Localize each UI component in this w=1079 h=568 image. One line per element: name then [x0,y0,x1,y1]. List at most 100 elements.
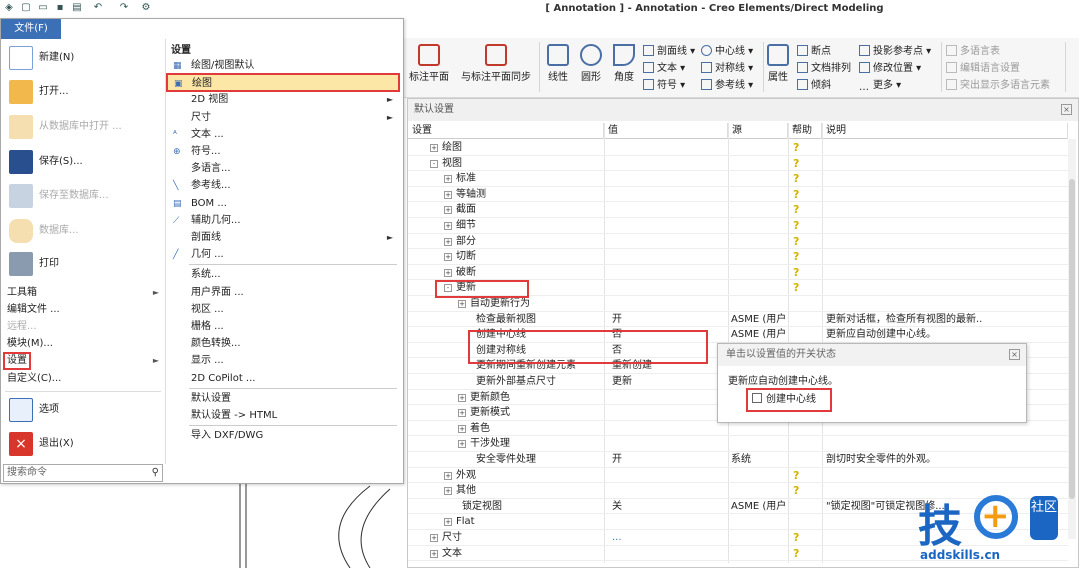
expand-icon[interactable]: + [444,518,452,527]
scrollbar[interactable] [1068,139,1076,539]
table-row[interactable]: - 视图? [408,156,1068,172]
close-icon[interactable]: × [1061,104,1072,115]
table-row[interactable]: + 标准? [408,171,1068,187]
setting-value[interactable] [612,390,724,406]
scrollbar-thumb[interactable] [1069,179,1075,499]
help-icon[interactable]: ? [793,172,803,185]
help-icon[interactable]: ? [793,484,803,497]
table-row[interactable]: + 破断? [408,265,1068,281]
customize-item[interactable]: 自定义(C)... [7,371,161,387]
ribbon-refline[interactable]: 参考线 ▾ [701,76,753,91]
expand-icon[interactable]: + [444,175,452,184]
ribbon-highlightml[interactable]: 突出显示多语言元素 [946,76,1050,91]
tooltip-close-icon[interactable]: × [1009,349,1020,360]
ribbon-projref[interactable]: 投影参考点 ▾ [859,42,931,57]
expand-icon[interactable]: + [430,549,438,558]
settings-item[interactable]: 默认设置 [167,390,399,407]
properties-button[interactable]: 属性 [765,44,791,83]
setting-value[interactable] [612,249,724,265]
setting-value[interactable] [612,546,724,562]
settings-item[interactable]: 尺寸 ► [167,109,399,126]
expand-icon[interactable]: + [458,409,466,418]
help-icon[interactable]: ? [793,203,803,216]
settings-item[interactable]: 颜色转换... [167,335,399,352]
settings-item[interactable]: 导入 DXF/DWG [167,427,399,444]
ribbon-hatch[interactable]: 剖面线 ▾ [643,42,695,57]
expand-icon[interactable]: + [430,144,438,152]
help-icon[interactable]: ? [793,188,803,201]
setting-value[interactable] [612,234,724,250]
ribbon-mltable[interactable]: 多语言表 [946,42,1000,57]
help-icon[interactable]: ? [793,266,803,279]
db-save-button[interactable]: 保存至数据库... [9,181,159,211]
table-row[interactable]: + 截面? [408,202,1068,218]
setting-value[interactable] [612,405,724,421]
settings-item[interactable]: 多语言... [167,160,399,177]
setting-value[interactable] [612,468,724,484]
expand-icon[interactable]: + [444,253,452,262]
modules-item[interactable]: 模块(M)... [7,336,161,352]
settings-item[interactable]: ⟋ 辅助几何... [167,212,399,229]
expand-icon[interactable]: + [444,190,452,199]
help-icon[interactable]: ? [793,141,803,154]
settings-item[interactable]: ▦ 绘图/视图默认 [167,57,399,74]
help-icon[interactable]: ? [793,235,803,248]
col-source[interactable]: 源 [728,123,788,139]
settings-item[interactable]: ▤ BOM ... [167,195,399,212]
setting-value[interactable] [612,202,724,218]
table-row[interactable]: + 切断? [408,249,1068,265]
setting-value[interactable] [612,218,724,234]
settings-item[interactable]: ╱ 几何 ... [167,246,399,263]
settings-item[interactable]: 默认设置 -> HTML [167,407,399,424]
table-row[interactable]: + 等轴测? [408,187,1068,203]
help-icon[interactable]: ? [793,219,803,232]
setting-value[interactable] [612,421,724,437]
linear-dim-button[interactable]: 线性 [543,44,573,83]
help-icon[interactable]: ? [793,281,803,294]
collapse-icon[interactable]: - [430,159,438,168]
search-icon[interactable]: ⚲ [152,465,159,481]
expand-icon[interactable]: + [444,268,452,277]
settings-item[interactable]: 设置 ► [3,352,161,370]
expand-icon[interactable]: + [458,393,466,402]
setting-value[interactable]: 关 [612,499,724,515]
table-row[interactable]: + 外观? [408,468,1068,484]
open-button[interactable]: 打开... [9,77,159,107]
toolbox-item[interactable]: 工具箱 ► [7,285,161,301]
table-row[interactable]: 检查最新视图 开 ASME (用户) 更新对话框，检查所有视图的最新... [408,312,1068,328]
sync-plane-button[interactable]: 与标注平面同步 [457,44,535,83]
setting-value[interactable] [612,171,724,187]
settings-item[interactable]: ᴬ 文本 ... [167,126,399,143]
ribbon-modpos[interactable]: 修改位置 ▾ [859,59,921,74]
options-button[interactable]: 选项 [9,395,159,425]
setting-value[interactable] [612,483,724,499]
setting-value[interactable] [612,187,724,203]
expand-icon[interactable]: + [444,206,452,215]
ribbon-symbol[interactable]: 符号 ▾ [643,76,685,91]
setting-value[interactable]: ... [612,530,724,546]
ribbon-more[interactable]: … 更多 ▾ [859,76,901,93]
help-icon[interactable]: ? [793,531,803,544]
save-button[interactable]: 保存(S)... [9,147,159,177]
settings-item[interactable]: ▣ 绘图 [166,73,400,93]
col-desc[interactable]: 说明 [822,123,1068,139]
ribbon-arrange[interactable]: 文档排列 [797,59,851,74]
setting-value[interactable]: 开 [612,452,724,468]
circle-dim-button[interactable]: 圆形 [576,44,606,83]
settings-item[interactable]: ╲ 参考线... [167,177,399,194]
settings-item[interactable]: ⊕ 符号... [167,143,399,160]
expand-icon[interactable]: + [444,487,452,496]
expand-icon[interactable]: + [458,440,466,449]
settings-item[interactable]: 栅格 ... [167,318,399,335]
database-button[interactable]: 数据库... [9,216,159,246]
setting-value[interactable] [612,156,724,172]
ribbon-centerline[interactable]: 中心线 ▾ [701,42,753,57]
expand-icon[interactable]: + [430,534,438,542]
ribbon-symline[interactable]: 对称线 ▾ [701,59,753,74]
expand-icon[interactable]: + [458,424,466,433]
ribbon-editlang[interactable]: 编辑语言设置 [946,59,1020,74]
expand-icon[interactable]: + [458,300,466,308]
table-row[interactable]: + 部分? [408,234,1068,250]
settings-item[interactable]: 视区 ... [167,301,399,318]
col-help[interactable]: 帮助 [788,123,822,139]
